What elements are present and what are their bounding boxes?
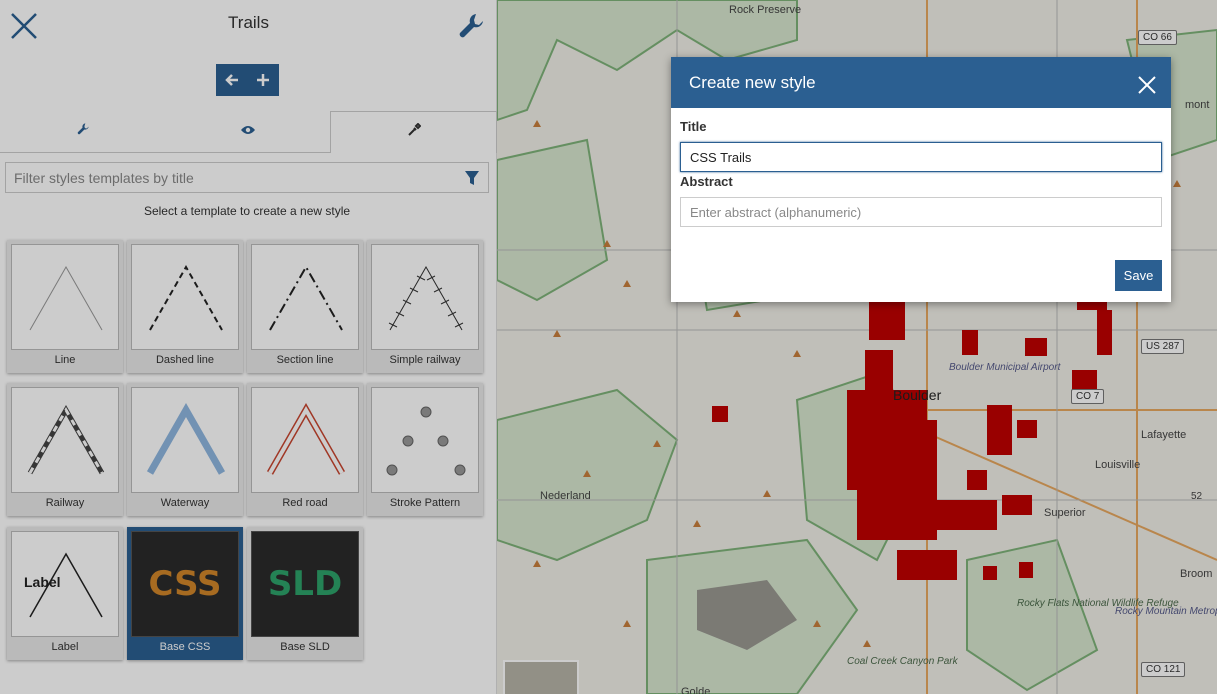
abstract-label: Abstract (680, 174, 733, 189)
create-style-dialog: Create new style Title Abstract Save (671, 57, 1171, 302)
title-label: Title (680, 119, 707, 134)
title-input[interactable] (680, 142, 1162, 172)
abstract-input[interactable] (680, 197, 1162, 227)
dialog-close-icon[interactable] (1138, 76, 1156, 94)
dialog-title: Create new style (689, 73, 816, 92)
dialog-header: Create new style (671, 57, 1171, 108)
save-button[interactable]: Save (1115, 260, 1162, 291)
